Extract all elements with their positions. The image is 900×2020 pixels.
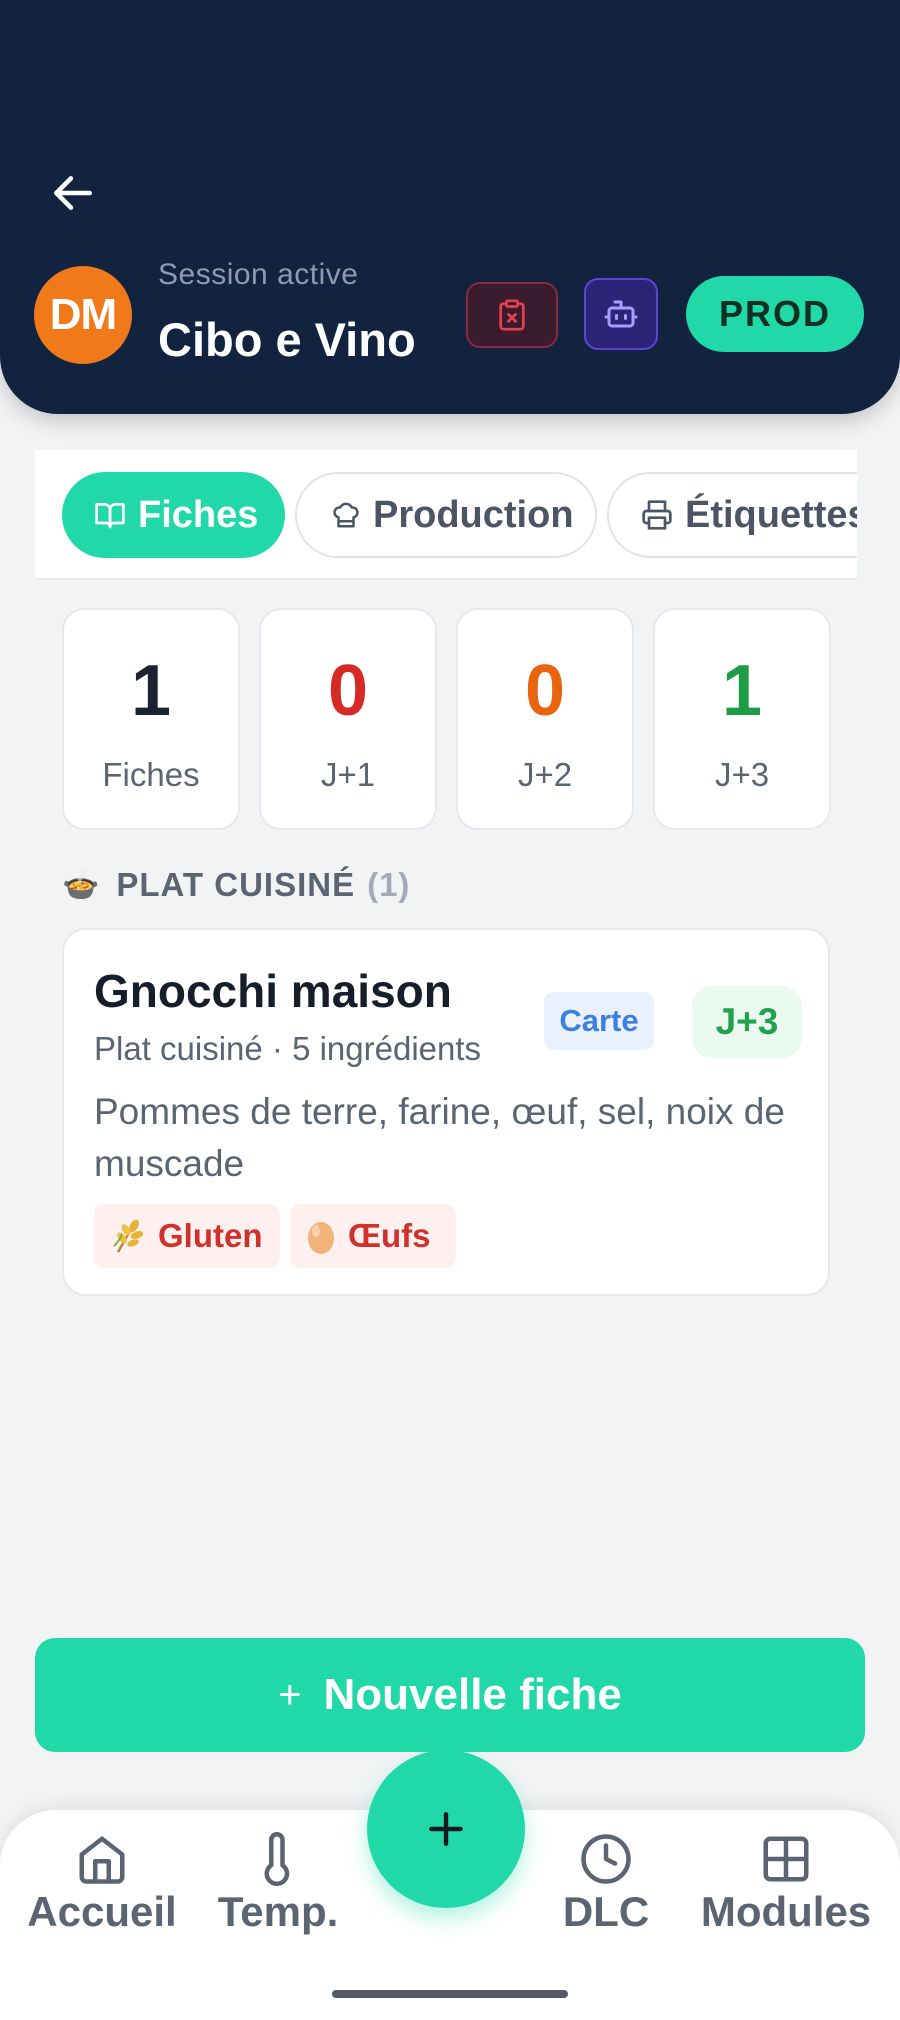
allergen-oeufs: Œufs [290, 1204, 456, 1268]
section-count: (1) [367, 866, 411, 903]
stat-value: 0 [327, 651, 369, 731]
wheat-icon [113, 1219, 144, 1253]
nav-modules[interactable]: Modules [696, 1832, 876, 1936]
tab-label: Production [373, 493, 574, 536]
nav-label: DLC [562, 1888, 650, 1935]
thermometer-icon [264, 1832, 290, 1886]
recipe-description: Pommes de terre, farine, œuf, sel, noix … [94, 1091, 785, 1184]
stat-card-j1[interactable]: 0 J+1 [259, 608, 437, 830]
home-icon [79, 1836, 125, 1884]
stat-value: 1 [130, 651, 172, 731]
section-title: PLAT CUISINÉ [116, 866, 356, 903]
tab-production[interactable]: Production [295, 472, 597, 558]
menu-badge: Carte [544, 992, 654, 1050]
fab-add-button[interactable] [367, 1750, 525, 1908]
tab-bar: Fiches Production Étiquettes [35, 450, 857, 580]
tab-label: Fiches [138, 493, 259, 536]
recipe-subtitle: Plat cuisiné · 5 ingrédients [94, 1030, 482, 1067]
clock-icon [581, 1834, 631, 1884]
stat-label: J+3 [714, 756, 770, 793]
dlc-badge: J+3 [692, 986, 802, 1058]
tab-label: Étiquettes [685, 493, 857, 536]
stat-value: 0 [524, 651, 566, 731]
session-label: Session active [158, 258, 359, 291]
stat-card-j2[interactable]: 0 J+2 [456, 608, 634, 830]
allergen-gluten: Gluten [94, 1204, 280, 1268]
stat-value: 1 [721, 651, 763, 731]
chef-hat-icon [333, 502, 359, 528]
allergen-label: Œufs [348, 1217, 431, 1254]
env-badge[interactable]: PROD [686, 276, 864, 352]
back-arrow-icon[interactable] [48, 168, 98, 218]
new-recipe-button[interactable]: + Nouvelle fiche [35, 1638, 865, 1752]
bot-icon [604, 300, 638, 328]
nav-dlc[interactable]: DLC [516, 1832, 696, 1936]
stat-card-fiches[interactable]: 1 Fiches [62, 608, 240, 830]
section-header: 🍲 PLAT CUISINÉ (1) [62, 866, 410, 904]
new-recipe-label: Nouvelle fiche [323, 1670, 622, 1719]
printer-icon [642, 500, 672, 530]
book-open-icon [95, 503, 125, 529]
recipe-title: Gnocchi maison [94, 965, 452, 1017]
grid-icon [763, 1836, 809, 1882]
session-name: Cibo e Vino [158, 313, 416, 366]
stat-label: J+1 [320, 756, 376, 793]
app-header: DM Session active Cibo e Vino PROD [0, 0, 900, 414]
clipboard-x-button[interactable] [466, 282, 558, 348]
allergen-label: Gluten [158, 1217, 263, 1254]
nav-accueil[interactable]: Accueil [12, 1832, 192, 1936]
recipe-card[interactable]: Gnocchi maison Plat cuisiné · 5 ingrédie… [62, 928, 830, 1296]
tab-etiquettes[interactable]: Étiquettes [607, 472, 857, 558]
nav-label: Accueil [27, 1888, 177, 1935]
clipboard-x-icon [499, 299, 525, 331]
avatar[interactable]: DM [34, 266, 132, 364]
stat-label: Fiches [102, 756, 200, 793]
plus-icon: + [278, 1672, 302, 1717]
tab-fiches[interactable]: Fiches [62, 472, 285, 558]
stat-label: J+2 [517, 756, 573, 793]
nav-temp[interactable]: Temp. [188, 1832, 368, 1936]
bot-button[interactable] [584, 278, 658, 350]
pot-icon: 🍲 [62, 868, 101, 902]
nav-label: Modules [700, 1888, 872, 1935]
home-indicator [332, 1990, 568, 1998]
stat-card-j3[interactable]: 1 J+3 [653, 608, 831, 830]
nav-label: Temp. [217, 1888, 339, 1935]
plus-icon [429, 1812, 463, 1846]
egg-icon [308, 1222, 334, 1254]
